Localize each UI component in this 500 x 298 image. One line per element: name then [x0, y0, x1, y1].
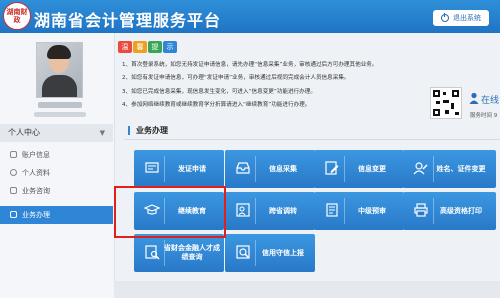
tile-label: 姓名、证件变更 — [436, 164, 486, 173]
sidebar: 个人中心 ▼ 账户信息 个人资料 业务咨询 业务办理 — [0, 33, 115, 298]
notice-line: 4、参加网络继续教育或继续教育学分折算请进入“继续教育”功能进行办理。 — [122, 102, 311, 108]
sidebar-item-label: 账户信息 — [22, 151, 50, 159]
sidebar-item-consult[interactable]: 业务咨询 — [0, 182, 113, 200]
tile-info-collect[interactable]: 信息采集 — [225, 150, 315, 188]
tile-label: 信息变更 — [358, 164, 386, 173]
person-service-icon — [469, 92, 479, 104]
service-time: 服务时间 9 — [470, 113, 498, 119]
tile-label: 高级资格打印 — [440, 206, 482, 215]
online-service-link[interactable]: 在线 — [481, 93, 499, 106]
review-icon — [326, 203, 338, 217]
transfer-icon — [236, 203, 250, 217]
highlight-box — [114, 186, 226, 238]
section-divider — [124, 139, 500, 140]
tile-credit-report[interactable]: 信用守信上报 — [225, 234, 315, 272]
logout-label: 退出系统 — [453, 14, 481, 22]
sidebar-item-profile[interactable]: 个人资料 — [0, 164, 113, 182]
sidebar-item-label: 个人资料 — [22, 169, 50, 177]
tile-label: 信用守信上报 — [262, 248, 304, 257]
chat-icon — [10, 187, 17, 194]
tile-intermediate-review[interactable]: 中级预审 — [314, 192, 404, 230]
avatar — [36, 42, 83, 98]
notice-line: 3、如您已完成信息采集，现信息发生变化，可进入“信息变更”功能进行办理。 — [122, 89, 316, 95]
user-info-blurred — [34, 112, 86, 117]
logout-button[interactable]: 退出系统 — [433, 10, 489, 26]
badge-char: 示 — [163, 41, 177, 53]
tile-info-change[interactable]: 信息变更 — [314, 150, 404, 188]
qr-code-icon — [430, 87, 462, 119]
sidebar-item-label: 业务办理 — [22, 211, 50, 219]
tile-label: 省财会金融人才成绩查询 — [164, 244, 220, 261]
logo-text: 湖南财政 — [6, 8, 28, 24]
sidebar-item-label: 业务咨询 — [22, 187, 50, 195]
tile-label: 发证申请 — [178, 164, 206, 173]
notice-line: 2、如您有发证申请信息，可办理“发证申请”业务，审核通过后视同完成会计人员信息采… — [122, 75, 350, 81]
account-icon — [10, 151, 17, 158]
badge-char: 馨 — [133, 41, 147, 53]
top-header: 湖南财政 湖南省会计管理服务平台 退出系统 — [0, 0, 500, 33]
notice-badge: 温 馨 提 示 — [118, 41, 178, 53]
tile-senior-cert-print[interactable]: 高级资格打印 — [403, 192, 496, 230]
power-icon — [441, 13, 449, 22]
logo: 湖南财政 — [3, 2, 31, 30]
footer-strip — [114, 281, 500, 298]
id-card-icon — [413, 162, 428, 175]
notice-line: 1、首次登录系统，如您无持发证申请信息，请先办理“信息采集”业务，审核通过后方可… — [122, 62, 378, 68]
sidebar-item-business[interactable]: 业务办理 — [0, 206, 113, 224]
tile-label: 跨省调转 — [269, 206, 297, 215]
person-icon — [10, 169, 17, 176]
tile-label: 中级预审 — [358, 206, 386, 215]
score-query-icon — [145, 245, 160, 260]
inbox-icon — [236, 162, 250, 174]
menu-title: 个人中心 — [8, 128, 40, 137]
tile-label: 信息采集 — [269, 164, 297, 173]
credit-report-icon — [236, 245, 250, 259]
user-name-blurred — [38, 102, 82, 108]
tile-cross-province-transfer[interactable]: 跨省调转 — [225, 192, 315, 230]
tile-certificate-apply[interactable]: 发证申请 — [134, 150, 224, 188]
badge-char: 温 — [118, 41, 132, 53]
menu-header[interactable]: 个人中心 ▼ — [0, 124, 113, 142]
task-icon — [10, 211, 17, 218]
tile-talent-score-query[interactable]: 省财会金融人才成绩查询 — [134, 234, 224, 272]
chevron-down-icon: ▼ — [99, 129, 105, 137]
printer-icon — [414, 203, 428, 217]
edit-doc-icon — [325, 161, 339, 175]
badge-char: 提 — [148, 41, 162, 53]
page-title: 湖南省会计管理服务平台 — [34, 11, 222, 30]
section-title: 业务办理 — [128, 126, 168, 135]
certificate-icon — [145, 162, 159, 173]
sidebar-item-account[interactable]: 账户信息 — [0, 146, 113, 164]
tile-name-id-change[interactable]: 姓名、证件变更 — [403, 150, 496, 188]
